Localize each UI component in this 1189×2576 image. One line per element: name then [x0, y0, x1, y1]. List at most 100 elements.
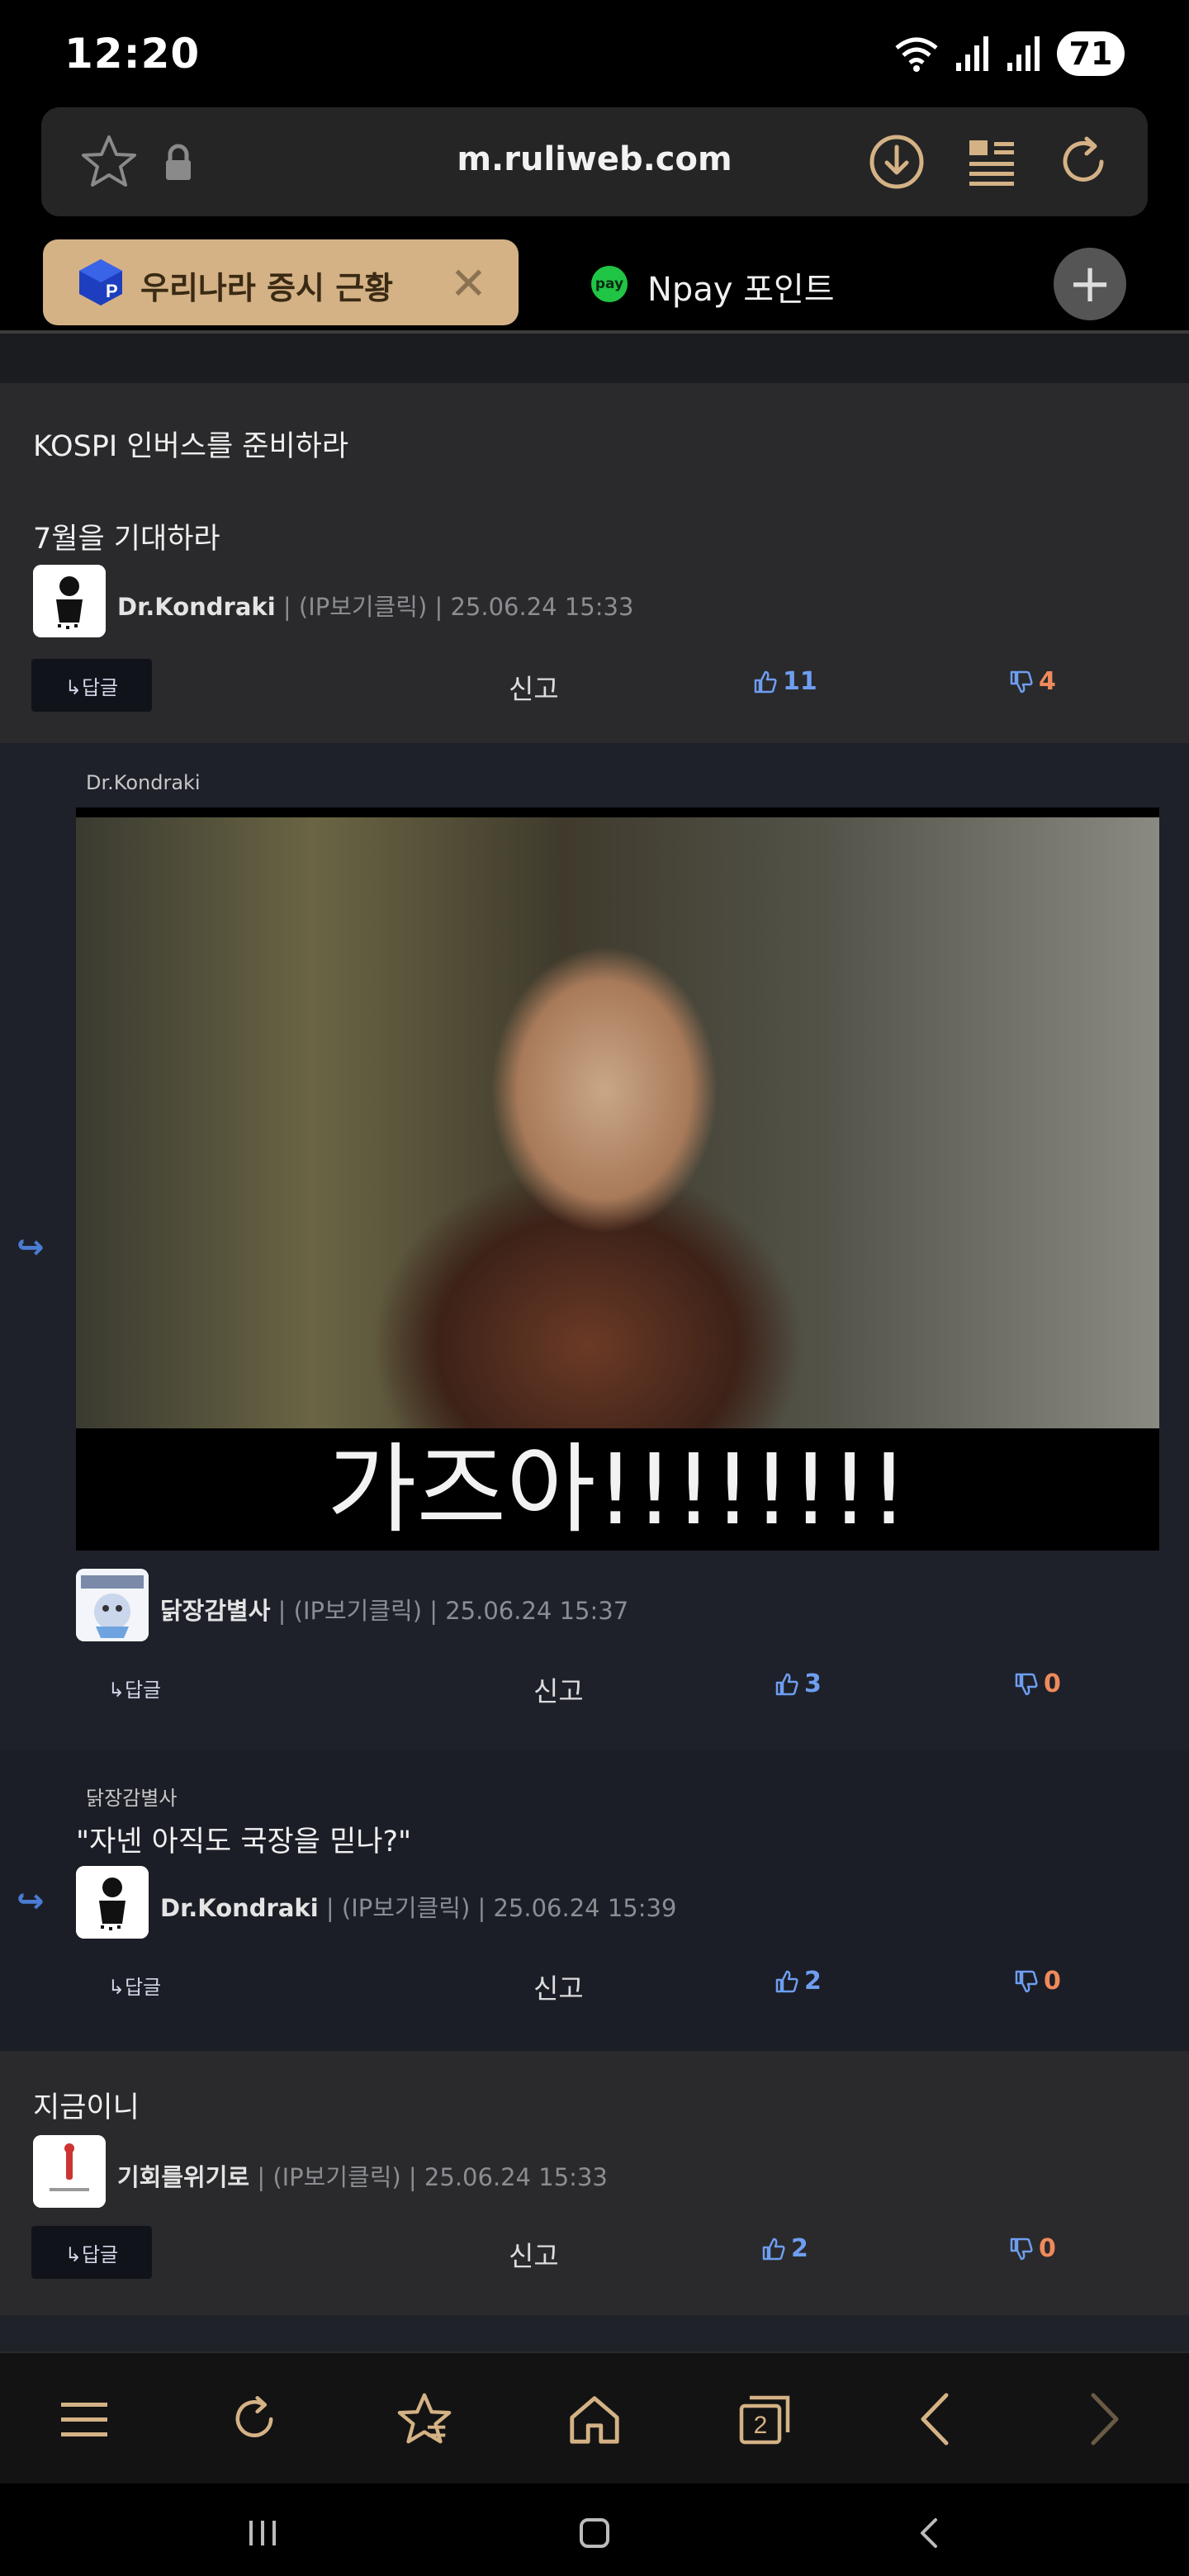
dislike-count: 0 — [1044, 1669, 1061, 1698]
like-count: 2 — [791, 2234, 808, 2263]
author-nick[interactable]: 닭장감별사 — [160, 1597, 270, 1625]
home-button-icon[interactable] — [570, 2508, 619, 2558]
comment-meta: Dr.Kondraki | (IP보기클릭) | 25.06.24 15:39 — [160, 1894, 677, 1922]
tab-stock-market[interactable]: P 우리나라 증시 근황 ✕ — [43, 239, 519, 325]
tab-label: 우리나라 증시 근황 — [140, 270, 394, 306]
like-button[interactable]: 3 — [775, 1669, 822, 1698]
system-nav-bar — [0, 2484, 1189, 2576]
home-icon[interactable] — [561, 2386, 628, 2452]
comment-image[interactable]: 가즈아!!!!!!!! — [76, 807, 1159, 1551]
dislike-button[interactable]: 0 — [1009, 2234, 1056, 2263]
like-count: 3 — [804, 1669, 822, 1698]
spacer-strip — [0, 334, 1189, 383]
comment-text: 지금이니 — [33, 2091, 140, 2124]
report-button[interactable]: 신고 — [509, 667, 559, 707]
like-count: 2 — [804, 1967, 822, 1996]
like-count: 11 — [783, 667, 817, 696]
tab-npay[interactable]: pay Npay 포인트 — [585, 239, 931, 325]
menu-icon[interactable] — [51, 2386, 117, 2452]
dislike-count: 4 — [1039, 667, 1056, 696]
dislike-button[interactable]: 0 — [1014, 1967, 1061, 1996]
timestamp: 25.06.24 15:37 — [445, 1597, 629, 1625]
comment-list[interactable]: KOSPI 인버스를 준비하라 7월을 기대하라 Dr.Kondraki | (… — [0, 334, 1189, 2351]
reply-to-name: Dr.Kondraki — [86, 771, 201, 794]
reply-arrow-icon: ↪ — [17, 1229, 45, 1267]
bookmarks-icon[interactable] — [391, 2386, 457, 2452]
dislike-button[interactable]: 4 — [1009, 667, 1056, 696]
recents-icon[interactable] — [238, 2508, 287, 2558]
reply-button[interactable]: ↳답글 — [74, 1661, 195, 1714]
svg-text:P: P — [106, 281, 118, 301]
avatar[interactable] — [76, 1866, 149, 1939]
comment-item: 지금이니 기회를위기로 | (IP보기클릭) | 25.06.24 15:33 … — [0, 2051, 1189, 2315]
image-border — [76, 807, 1159, 817]
close-icon[interactable]: ✕ — [450, 258, 487, 310]
refresh-icon[interactable] — [221, 2386, 287, 2452]
avatar[interactable] — [33, 2135, 106, 2208]
npay-icon: pay — [591, 266, 628, 302]
tab-label: Npay 포인트 — [647, 271, 835, 309]
plus-icon[interactable]: + — [1054, 248, 1126, 320]
back-icon[interactable] — [902, 2386, 968, 2452]
ip-link[interactable]: (IP보기클릭) — [342, 1894, 470, 1922]
thumbs-up-icon — [775, 1673, 798, 1695]
thumbs-up-icon — [775, 1970, 798, 1992]
reply-button[interactable]: ↳답글 — [31, 659, 152, 712]
ip-link[interactable]: (IP보기클릭) — [272, 2163, 400, 2191]
dislike-count: 0 — [1044, 1967, 1061, 1996]
avatar[interactable] — [33, 565, 106, 637]
like-button[interactable]: 11 — [753, 667, 817, 696]
reply-button[interactable]: ↳답글 — [74, 1958, 195, 2011]
system-back-icon[interactable] — [905, 2508, 955, 2558]
tab-count: 2 — [754, 2412, 768, 2439]
reply-arrow-icon: ↪ — [17, 1882, 45, 1920]
signal-icon — [956, 36, 988, 71]
refresh-icon[interactable] — [1054, 132, 1113, 192]
ip-link[interactable]: (IP보기클릭) — [294, 1597, 422, 1625]
comment-meta: Dr.Kondraki | (IP보기클릭) | 25.06.24 15:33 — [117, 593, 634, 621]
ip-link[interactable]: (IP보기클릭) — [299, 593, 427, 621]
site-favicon-icon: P — [79, 259, 122, 305]
tabs-icon[interactable]: 2 — [732, 2386, 798, 2452]
address-bar[interactable]: m.ruliweb.com — [41, 107, 1148, 216]
report-button[interactable]: 신고 — [533, 1669, 584, 1709]
clock: 12:20 — [64, 30, 201, 78]
timestamp: 25.06.24 15:33 — [424, 2163, 608, 2191]
report-button[interactable]: 신고 — [533, 1967, 584, 2006]
reply-to-name: 닭장감별사 — [86, 1787, 178, 1810]
thumbs-down-icon — [1010, 2237, 1033, 2260]
thumbs-down-icon — [1015, 1970, 1038, 1992]
author-nick[interactable]: Dr.Kondraki — [160, 1894, 319, 1922]
comment-text: 7월을 기대하라 — [33, 523, 220, 556]
comment-meta: 기회를위기로 | (IP보기클릭) | 25.06.24 15:33 — [117, 2163, 608, 2191]
comment-item: KOSPI 인버스를 준비하라 7월을 기대하라 Dr.Kondraki | (… — [0, 383, 1189, 743]
avatar[interactable] — [76, 1569, 149, 1641]
battery-indicator: 71 — [1057, 31, 1125, 76]
comment-text: "자넨 아직도 국장을 믿나?" — [76, 1825, 412, 1859]
wifi-icon — [895, 37, 938, 72]
reply-button[interactable]: ↳답글 — [31, 2226, 152, 2279]
author-nick[interactable]: 기회를위기로 — [117, 2163, 249, 2191]
status-icons: 71 — [893, 31, 1125, 76]
image-caption: 가즈아!!!!!!!! — [76, 1428, 1159, 1551]
browser-toolbar: m.ruliweb.com P 우리나라 증시 근황 ✕ pay Npay 포인… — [0, 106, 1189, 332]
dislike-count: 0 — [1039, 2234, 1056, 2263]
tab-strip: P 우리나라 증시 근황 ✕ pay Npay 포인트 + — [0, 238, 1189, 329]
author-nick[interactable]: Dr.Kondraki — [117, 593, 276, 621]
reader-icon[interactable] — [964, 132, 1019, 192]
image-scene — [76, 817, 1159, 1428]
timestamp: 25.06.24 15:39 — [493, 1894, 677, 1922]
like-button[interactable]: 2 — [775, 1967, 822, 1996]
post-title: KOSPI 인버스를 준비하라 — [33, 430, 349, 463]
thumbs-down-icon — [1010, 670, 1033, 693]
download-icon[interactable] — [867, 132, 926, 192]
report-button[interactable]: 신고 — [509, 2234, 559, 2274]
like-button[interactable]: 2 — [761, 2234, 808, 2263]
comment-meta: 닭장감별사 | (IP보기클릭) | 25.06.24 15:37 — [160, 1597, 629, 1625]
list-bottom-spacer — [0, 2315, 1189, 2351]
dislike-button[interactable]: 0 — [1014, 1669, 1061, 1698]
browser-bottom-nav: 2 — [0, 2351, 1189, 2485]
thumbs-up-icon — [762, 2237, 785, 2260]
thumbs-down-icon — [1015, 1673, 1038, 1695]
forward-icon[interactable] — [1072, 2386, 1138, 2452]
